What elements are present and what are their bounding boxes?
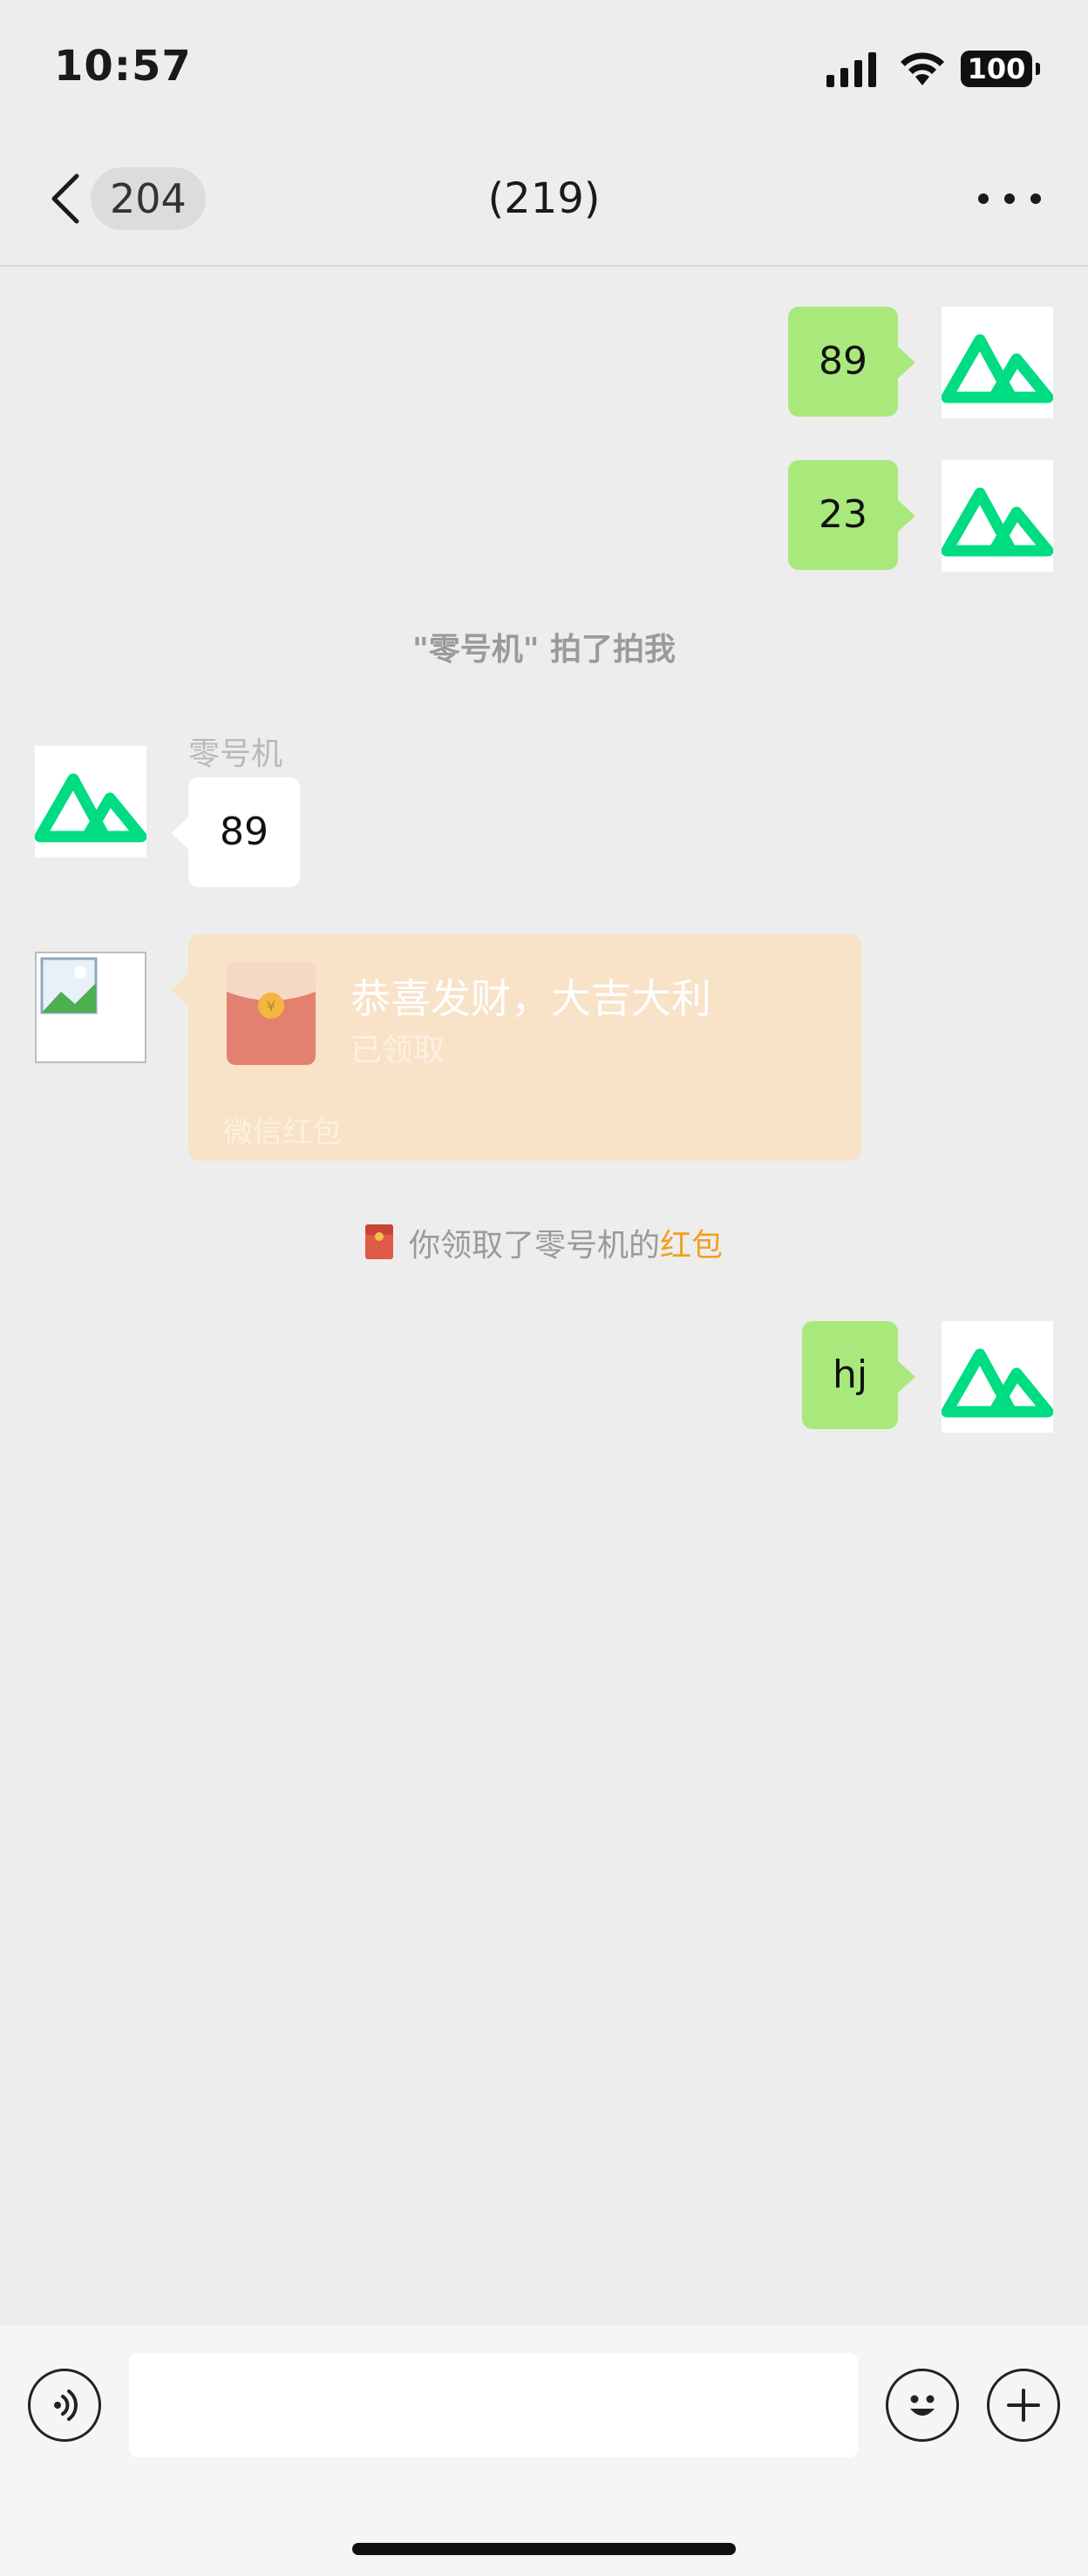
voice-button[interactable] — [28, 2369, 101, 2442]
notice-text: 你领取了零号机的 — [408, 1228, 660, 1264]
emoji-button[interactable] — [886, 2369, 959, 2442]
nuxt-logo-icon — [942, 487, 1053, 557]
broken-avatar-image[interactable] — [35, 952, 146, 1063]
red-packet-icon: ¥ — [227, 962, 316, 1065]
avatar[interactable] — [942, 1321, 1053, 1433]
svg-text:¥: ¥ — [267, 998, 275, 1014]
status-time: 10:57 — [54, 42, 192, 91]
avatar[interactable] — [942, 460, 1053, 572]
red-packet-message[interactable]: ¥ 恭喜发财，大吉大利 已领取 微信红包 — [171, 934, 861, 1161]
incoming-message[interactable]: 89 — [171, 777, 300, 887]
plus-icon — [1007, 2389, 1040, 2422]
outgoing-message[interactable]: 23 — [788, 460, 915, 570]
nuxt-logo-icon — [35, 773, 146, 843]
pat-notice: "零号机" 拍了拍我 — [411, 632, 677, 668]
add-button[interactable] — [987, 2369, 1060, 2442]
avatar[interactable] — [35, 746, 146, 858]
sender-name: 零号机 — [188, 736, 283, 772]
emoji-icon — [910, 2395, 935, 2416]
outgoing-message[interactable]: hj — [802, 1321, 915, 1429]
voice-icon — [54, 2390, 78, 2421]
red-packet-greeting: 恭喜发财，大吉大利 — [350, 975, 711, 1022]
wifi-icon — [901, 52, 944, 85]
battery-indicator: 100 — [961, 51, 1040, 87]
broken-image-icon — [40, 957, 98, 1014]
status-bar: 10:57 100 — [0, 0, 1088, 131]
red-packet-label: 微信红包 — [223, 1115, 342, 1150]
red-packet-status: 已领取 — [350, 1033, 445, 1068]
input-bar — [0, 2325, 1088, 2576]
chat-title: (219) — [487, 174, 601, 223]
nuxt-logo-icon — [942, 334, 1053, 403]
signal-icon — [826, 52, 876, 87]
red-packet-received-notice: 你领取了零号机的红包 — [0, 1220, 1088, 1265]
avatar[interactable] — [942, 307, 1053, 418]
nuxt-logo-icon — [942, 1348, 1053, 1418]
more-dots-icon[interactable] — [976, 192, 1043, 206]
notice-highlight-link[interactable]: 红包 — [660, 1228, 723, 1264]
home-indicator[interactable] — [352, 2543, 736, 2555]
outgoing-message[interactable]: 89 — [788, 307, 915, 417]
nav-bar: 204 (219) — [0, 131, 1088, 267]
red-packet-small-icon — [364, 1224, 393, 1259]
message-input[interactable] — [129, 2353, 858, 2457]
